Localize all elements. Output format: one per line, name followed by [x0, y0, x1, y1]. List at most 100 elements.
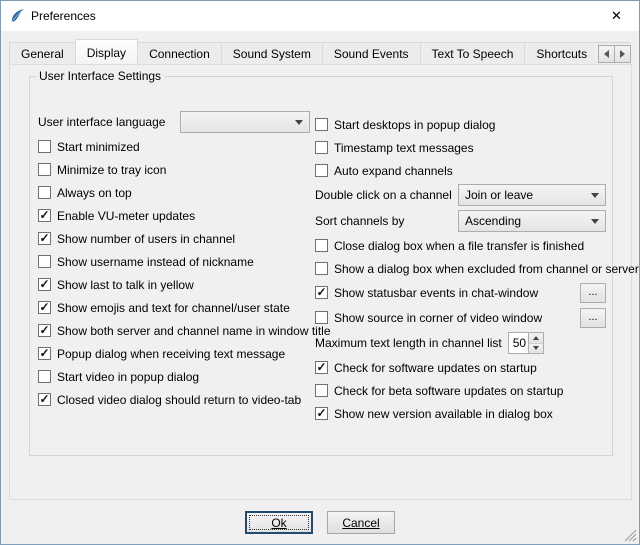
ok-button[interactable]: Ok	[245, 511, 313, 534]
tabs-strip: General Display Connection Sound System …	[9, 38, 631, 64]
checkbox-label: Show number of users in channel	[57, 232, 235, 246]
checkbox-label: Show a dialog box when excluded from cha…	[334, 262, 639, 276]
right-column: Start desktops in popup dialog Timestamp…	[315, 113, 606, 425]
arrow-right-icon	[620, 50, 625, 58]
checkbox-box	[38, 347, 51, 360]
tab-shortcuts[interactable]: Shortcuts	[524, 42, 599, 64]
checkbox-label: Show username instead of nickname	[57, 255, 254, 269]
chevron-down-icon	[591, 193, 599, 198]
language-select[interactable]	[180, 111, 310, 133]
titlebar[interactable]: Preferences ✕	[1, 1, 639, 31]
language-row: User interface language	[38, 109, 310, 135]
spin-value: 50	[509, 333, 528, 353]
tab-bar: General Display Connection Sound System …	[9, 41, 631, 64]
checkbox-auto-expand[interactable]: Auto expand channels	[315, 164, 453, 178]
checkbox-video-source-corner[interactable]: Show source in corner of video window	[315, 311, 542, 325]
checkbox-label: Start minimized	[57, 140, 140, 154]
checkbox-timestamp[interactable]: Timestamp text messages	[315, 141, 474, 155]
preferences-dialog: Preferences ✕ General Display Connection…	[0, 0, 640, 545]
checkbox-window-title[interactable]: Show both server and channel name in win…	[38, 324, 331, 338]
double-click-row: Double click on a channel Join or leave	[315, 182, 606, 208]
close-button[interactable]: ✕	[594, 1, 639, 30]
checkbox-box	[315, 311, 328, 324]
checkbox-label: Show both server and channel name in win…	[57, 324, 331, 338]
max-text-length-label: Maximum text length in channel list	[315, 336, 502, 350]
checkbox-box	[38, 232, 51, 245]
row-show-username: Show username instead of nickname	[38, 250, 310, 273]
checkbox-emojis[interactable]: Show emojis and text for channel/user st…	[38, 301, 290, 315]
checkbox-video-popup[interactable]: Start video in popup dialog	[38, 370, 199, 384]
checkbox-video-return-tab[interactable]: Closed video dialog should return to vid…	[38, 393, 301, 407]
app-icon	[9, 8, 25, 24]
checkbox-box	[315, 118, 328, 131]
row-always-on-top: Always on top	[38, 181, 310, 204]
cancel-button[interactable]: Cancel	[327, 511, 395, 534]
checkbox-label: Always on top	[57, 186, 132, 200]
checkbox-desktops-popup[interactable]: Start desktops in popup dialog	[315, 118, 495, 132]
checkbox-vu-meter[interactable]: Enable VU-meter updates	[38, 209, 195, 223]
row-file-transfer-close: Close dialog box when a file transfer is…	[315, 234, 606, 257]
statusbar-events-more-button[interactable]: ...	[580, 283, 606, 303]
double-click-select[interactable]: Join or leave	[458, 184, 606, 206]
tab-scroll-control	[596, 45, 631, 63]
sort-channels-select[interactable]: Ascending	[458, 210, 606, 232]
statusbar-events-row: Show statusbar events in chat-window ...	[315, 280, 606, 305]
row-window-title: Show both server and channel name in win…	[38, 319, 310, 342]
checkbox-box	[38, 186, 51, 199]
tab-sound-events[interactable]: Sound Events	[322, 42, 421, 64]
checkbox-label: Show emojis and text for channel/user st…	[57, 301, 290, 315]
sort-channels-value: Ascending	[465, 214, 521, 228]
tab-scroll-right-button[interactable]	[614, 45, 631, 63]
double-click-label: Double click on a channel	[315, 188, 452, 202]
tab-display[interactable]: Display	[75, 39, 138, 64]
row-vu-meter: Enable VU-meter updates	[38, 204, 310, 227]
tab-connection[interactable]: Connection	[137, 42, 222, 64]
video-source-more-button[interactable]: ...	[580, 308, 606, 328]
checkbox-show-username[interactable]: Show username instead of nickname	[38, 255, 254, 269]
display-tab-page: User Interface Settings User interface l…	[9, 64, 632, 500]
max-text-length-spinbox[interactable]: 50	[508, 332, 544, 354]
checkbox-last-to-talk[interactable]: Show last to talk in yellow	[38, 278, 194, 292]
checkbox-box	[38, 301, 51, 314]
checkbox-software-updates[interactable]: Check for software updates on startup	[315, 361, 537, 375]
checkbox-excluded-dialog[interactable]: Show a dialog box when excluded from cha…	[315, 262, 639, 276]
checkbox-box	[315, 239, 328, 252]
checkbox-popup-text-message[interactable]: Popup dialog when receiving text message	[38, 347, 285, 361]
checkbox-new-version-dialog[interactable]: Show new version available in dialog box	[315, 407, 553, 421]
checkbox-beta-updates[interactable]: Check for beta software updates on start…	[315, 384, 563, 398]
row-beta-updates: Check for beta software updates on start…	[315, 379, 606, 402]
checkbox-show-user-count[interactable]: Show number of users in channel	[38, 232, 235, 246]
tab-sound-system[interactable]: Sound System	[221, 42, 323, 64]
max-text-length-row: Maximum text length in channel list 50	[315, 330, 606, 356]
checkbox-statusbar-events[interactable]: Show statusbar events in chat-window	[315, 286, 538, 300]
checkbox-label: Check for beta software updates on start…	[334, 384, 563, 398]
tab-text-to-speech[interactable]: Text To Speech	[420, 42, 526, 64]
checkbox-label: Minimize to tray icon	[57, 163, 166, 177]
row-excluded-dialog: Show a dialog box when excluded from cha…	[315, 257, 606, 280]
checkbox-box	[315, 262, 328, 275]
checkbox-box	[315, 286, 328, 299]
checkbox-label: Show source in corner of video window	[334, 311, 542, 325]
group-title: User Interface Settings	[36, 69, 164, 83]
checkbox-label: Auto expand channels	[334, 164, 453, 178]
checkbox-label: Popup dialog when receiving text message	[57, 347, 285, 361]
spin-down-button[interactable]	[529, 343, 543, 354]
resize-grip[interactable]	[624, 529, 637, 542]
checkbox-minimize-to-tray[interactable]: Minimize to tray icon	[38, 163, 166, 177]
checkbox-label: Check for software updates on startup	[334, 361, 537, 375]
left-column: User interface language Start minimized	[38, 109, 310, 411]
checkbox-box	[315, 361, 328, 374]
checkbox-box	[38, 324, 51, 337]
checkbox-file-transfer-close[interactable]: Close dialog box when a file transfer is…	[315, 239, 584, 253]
checkbox-always-on-top[interactable]: Always on top	[38, 186, 132, 200]
checkbox-label: Start desktops in popup dialog	[334, 118, 495, 132]
checkbox-label: Close dialog box when a file transfer is…	[334, 239, 584, 253]
checkbox-box	[38, 140, 51, 153]
row-new-version-dialog: Show new version available in dialog box	[315, 402, 606, 425]
tab-general[interactable]: General	[9, 42, 76, 64]
resize-grip-icon	[624, 529, 637, 542]
video-source-row: Show source in corner of video window ..…	[315, 305, 606, 330]
checkbox-start-minimized[interactable]: Start minimized	[38, 140, 140, 154]
spin-up-button[interactable]	[529, 333, 543, 343]
tab-scroll-left-button[interactable]	[598, 45, 615, 63]
